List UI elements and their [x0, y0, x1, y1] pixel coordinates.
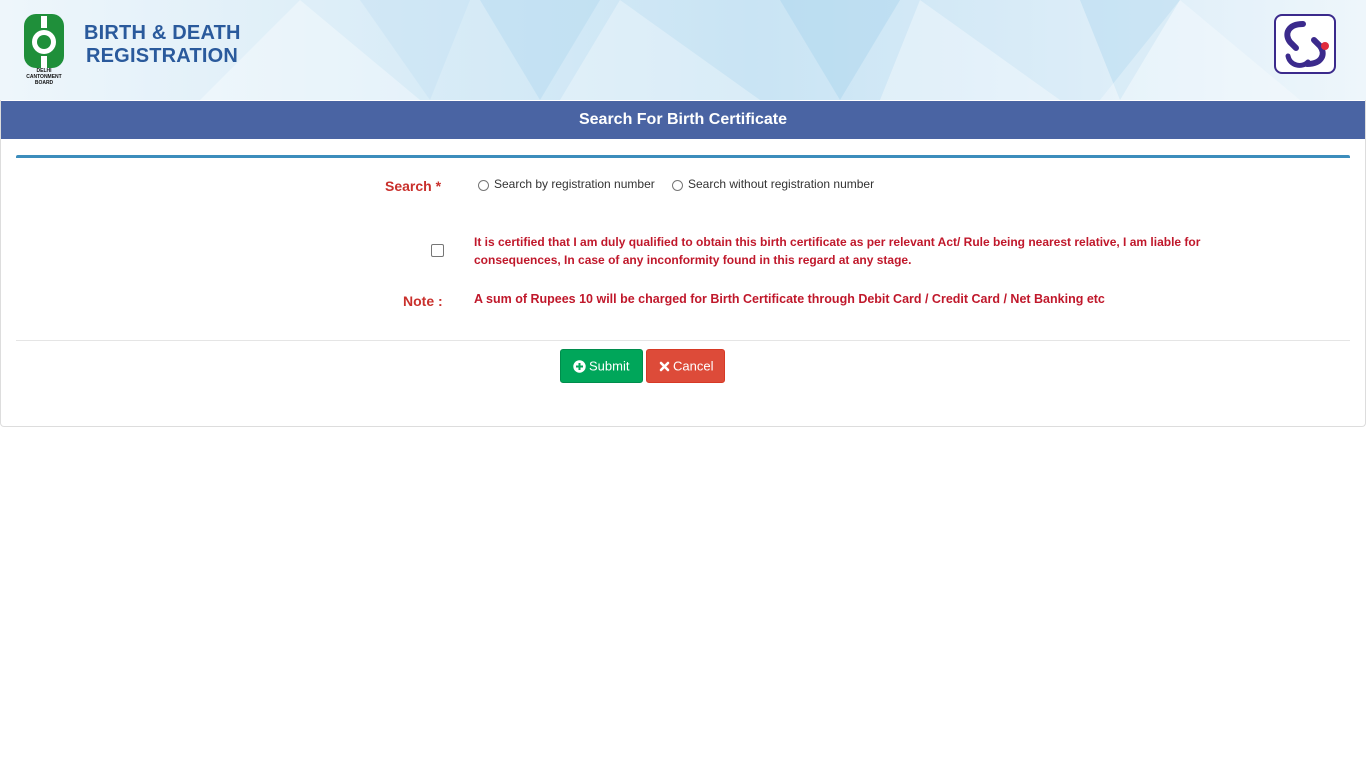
- left-logo-caption: DELHI CANTONMENT BOARD: [26, 68, 62, 86]
- note-label: Note :: [403, 293, 443, 309]
- submit-button[interactable]: Submit: [560, 349, 643, 383]
- search-label: Search *: [385, 178, 442, 194]
- cancel-button[interactable]: Cancel: [646, 349, 725, 383]
- cancel-label: Cancel: [673, 358, 714, 374]
- brand-line-2: REGISTRATION: [86, 45, 239, 67]
- plus-circle-icon: [573, 360, 586, 373]
- radio-search-by-registration[interactable]: [478, 180, 489, 191]
- certification-text: It is certified that I am duly qualified…: [474, 235, 1201, 267]
- radio-search-without-registration[interactable]: [672, 180, 683, 191]
- radio-label-by-registration[interactable]: Search by registration number: [494, 177, 655, 191]
- radio-label-without-registration[interactable]: Search without registration number: [688, 177, 874, 191]
- portal-logo-icon: [1284, 21, 1329, 68]
- submit-label: Submit: [589, 358, 630, 374]
- portal-logo: [1274, 14, 1336, 74]
- close-icon: [659, 361, 670, 372]
- note-text: A sum of Rupees 10 will be charged for B…: [474, 292, 1105, 306]
- site-header: DELHI CANTONMENT BOARD BIRTH & DEATH REG…: [0, 0, 1366, 100]
- page-title: Search For Birth Certificate: [1, 101, 1365, 139]
- certification-checkbox[interactable]: [431, 244, 444, 257]
- brand-line-1: BIRTH & DEATH: [84, 22, 241, 44]
- brand-title: BIRTH & DEATH REGISTRATION: [84, 22, 241, 68]
